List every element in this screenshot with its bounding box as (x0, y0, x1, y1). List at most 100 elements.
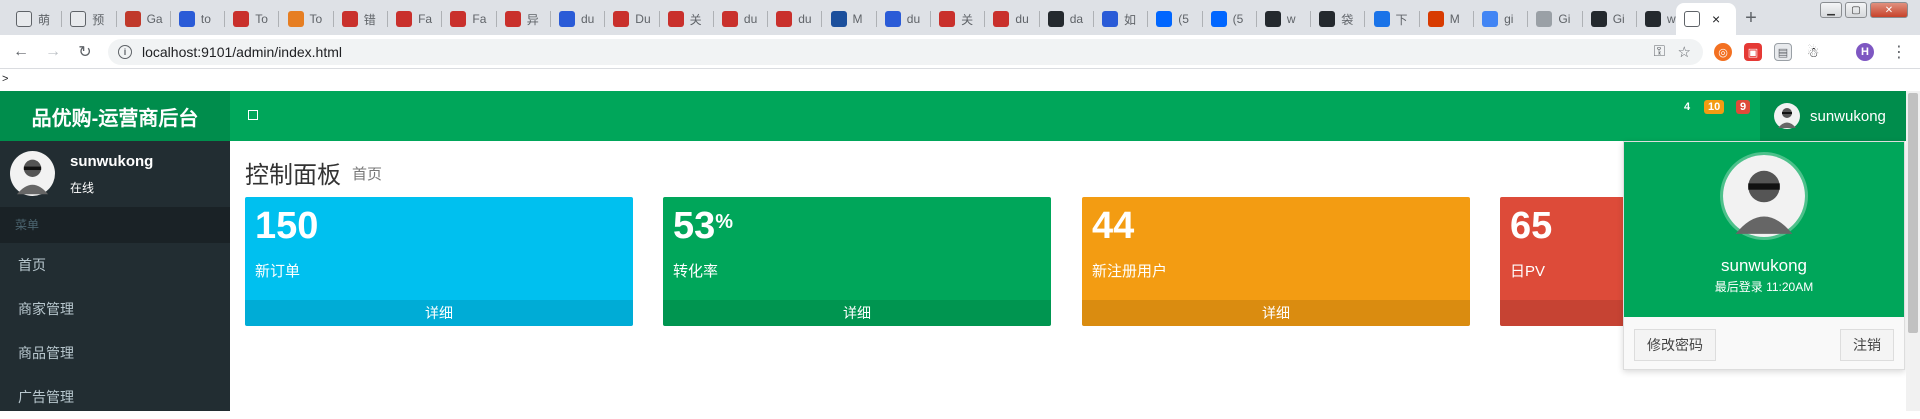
new-tab-button[interactable]: + (1738, 5, 1764, 31)
browser-tab[interactable]: du (768, 3, 823, 35)
browser-tab[interactable]: du (985, 3, 1040, 35)
browser-tab[interactable]: M (823, 3, 877, 35)
csdn-icon (504, 11, 521, 27)
tab-title: M (852, 12, 863, 26)
browser-tab[interactable]: 下 (1366, 3, 1420, 35)
url-text[interactable]: localhost:9101/admin/index.html (142, 44, 342, 60)
page-icon (70, 11, 87, 27)
browser-tab[interactable]: da (1040, 3, 1094, 35)
profile-avatar-icon[interactable]: H (1856, 43, 1874, 61)
browser-tab[interactable]: To (280, 3, 334, 35)
sidebar: sunwukong 在线 菜单 首页 商家管理 商品管理 广告管理 (0, 141, 230, 411)
browser-tab[interactable]: w (1257, 3, 1312, 35)
tab-title: 如 (1124, 12, 1137, 27)
notifications-badge[interactable]: 10 (1704, 100, 1725, 114)
sidebar-item-home[interactable]: 首页 (0, 243, 230, 287)
browser-toolbar: ← → ↻ i localhost:9101/admin/index.html … (0, 35, 1920, 69)
sidebar-item-goods[interactable]: 商品管理 (0, 331, 230, 375)
forward-button[interactable]: → (42, 41, 64, 63)
sidebar-user-name: sunwukong (70, 153, 154, 170)
tab-title: gi (1504, 12, 1514, 26)
browser-tab[interactable]: to (171, 3, 226, 35)
github-icon (1319, 11, 1336, 27)
tab-title: (5 (1232, 12, 1244, 26)
baidu-paw-icon (884, 11, 901, 27)
browser-tab[interactable]: du (877, 3, 932, 35)
menu-header: 菜单 (0, 207, 230, 243)
sidebar-item-merchants[interactable]: 商家管理 (0, 287, 230, 331)
zhihu-icon (1156, 11, 1173, 27)
logout-button[interactable]: 注销 (1840, 329, 1894, 361)
github-icon (1264, 11, 1281, 27)
browser-tab[interactable]: Gi (1528, 3, 1583, 35)
stat-more-link[interactable]: 详细 (663, 300, 1051, 326)
csdn-icon (776, 11, 793, 27)
extension-orange-icon[interactable]: ◎ (1714, 43, 1732, 61)
browser-tab[interactable]: 萌 (8, 3, 63, 35)
stat-value: 65 (1510, 205, 1553, 247)
messages-badge[interactable]: 4 (1680, 100, 1695, 114)
tab-title: w (1286, 12, 1296, 26)
browser-tab[interactable]: 如 (1094, 3, 1149, 35)
menu-kebab-icon[interactable]: ⋮ (1888, 41, 1910, 63)
extension-red-icon[interactable]: ▣ (1744, 43, 1762, 61)
browser-tab[interactable]: Fa (442, 3, 497, 35)
key-icon[interactable]: ⚿ (1654, 43, 1665, 60)
console-caret: > (2, 73, 9, 85)
reload-button[interactable]: ↻ (74, 41, 96, 63)
page-scrollbar[interactable] (1906, 91, 1920, 411)
browser-tab[interactable]: To (225, 3, 280, 35)
minimize-button[interactable]: ▁ (1820, 2, 1842, 18)
tasks-badge[interactable]: 9 (1736, 100, 1751, 114)
mvn-icon (830, 11, 847, 27)
online-status: 在线 (70, 181, 95, 195)
scrollbar-thumb[interactable] (1908, 93, 1918, 333)
stat-label: 新注册用户 (1092, 263, 1168, 280)
bookmark-star-icon[interactable]: ☆ (1678, 43, 1691, 61)
browser-tab[interactable]: (5 (1203, 3, 1257, 35)
browser-tab[interactable]: (5 (1148, 3, 1203, 35)
browser-tab[interactable]: Ga (117, 3, 171, 35)
sidebar-toggle-icon[interactable] (248, 110, 258, 120)
sidebar-user-panel: sunwukong 在线 (0, 141, 230, 207)
close-window-button[interactable]: ✕ (1870, 2, 1908, 18)
address-bar[interactable]: i localhost:9101/admin/index.html ⚿ ☆ (108, 39, 1703, 65)
extension-gray-icon[interactable]: ▤ (1774, 43, 1792, 61)
stat-more-link[interactable]: 详细 (1082, 300, 1470, 326)
extension-mascot-icon[interactable]: ☃ (1804, 43, 1822, 61)
close-tab-icon[interactable]: × (1712, 11, 1720, 27)
browser-tab[interactable]: 关 (660, 3, 714, 35)
sidebar-item-ads[interactable]: 广告管理 (0, 375, 230, 419)
browser-tab[interactable]: 预 (62, 3, 117, 35)
tab-title: du (798, 12, 812, 26)
csdn-icon (939, 11, 956, 27)
maximize-button[interactable]: ▢ (1845, 2, 1867, 18)
browser-tab[interactable]: 错 (334, 3, 389, 35)
change-password-button[interactable]: 修改密码 (1634, 329, 1716, 361)
tab-title: da (1069, 12, 1084, 26)
browser-tab[interactable]: gi (1474, 3, 1529, 35)
java-icon (287, 11, 304, 27)
site-info-icon[interactable]: i (118, 45, 132, 59)
browser-tab[interactable]: Gi (1583, 3, 1637, 35)
browser-tab[interactable]: 关 (931, 3, 986, 35)
browser-tab[interactable]: 袋 (1311, 3, 1366, 35)
browser-tab[interactable]: M (1420, 3, 1475, 35)
github-icon (1047, 11, 1064, 27)
brand-logo[interactable]: 品优购-运营商后台 (0, 91, 230, 141)
dropdown-user-name: sunwukong (1720, 256, 1807, 275)
tab-title: 错 (363, 12, 376, 27)
browser-tab[interactable]: du (551, 3, 606, 35)
cloud-icon (1536, 11, 1553, 27)
browser-tab[interactable]: 异 (497, 3, 551, 35)
tab-active[interactable]: × (1676, 3, 1736, 35)
browser-tab[interactable]: Fa (388, 3, 443, 35)
stat-more-link[interactable]: 详细 (245, 300, 633, 326)
user-menu-toggle[interactable]: sunwukong (1760, 91, 1906, 141)
chrome-game-icon (124, 11, 141, 27)
browser-tab[interactable]: Du (605, 3, 660, 35)
back-button[interactable]: ← (10, 41, 32, 63)
baidu-paw-icon (178, 11, 195, 27)
browser-tab[interactable]: du (714, 3, 769, 35)
page-icon (1684, 11, 1700, 27)
